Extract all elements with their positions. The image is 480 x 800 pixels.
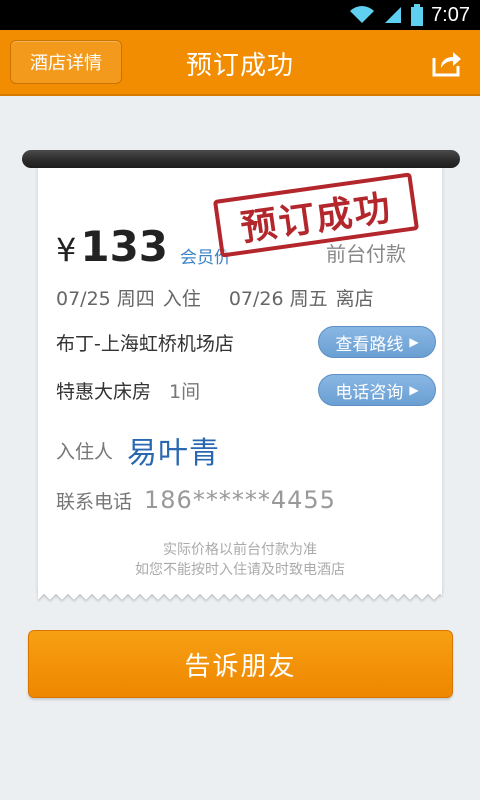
- checkout-label: 离店: [335, 288, 374, 310]
- hotel-name: 布丁-上海虹桥机场店: [56, 332, 234, 355]
- pay-method: 前台付款: [326, 242, 406, 266]
- contact-phone: 186******4455: [144, 486, 336, 514]
- checkout-date: 07/26 周五: [228, 288, 328, 310]
- hotel-row: 布丁-上海虹桥机场店 查看路线 ▶: [56, 326, 436, 358]
- note-line-1: 实际价格以前台付款为准: [163, 542, 317, 558]
- guest-row: 入住人 易叶青: [56, 428, 220, 472]
- room-count: 1间: [169, 380, 201, 403]
- view-route-button[interactable]: 查看路线 ▶: [318, 326, 436, 358]
- view-route-label: 查看路线: [335, 334, 404, 355]
- phone-inquiry-button[interactable]: 电话咨询 ▶: [318, 374, 436, 406]
- receipt-torn-edge: [38, 588, 442, 606]
- chevron-right-icon: ▶: [409, 335, 419, 349]
- contact-row: 联系电话 186******4455: [56, 486, 336, 514]
- currency-symbol: ¥: [56, 231, 77, 269]
- room-type: 特惠大床房: [56, 380, 152, 403]
- share-button[interactable]: [430, 46, 464, 80]
- checkin-date: 07/25 周四: [56, 288, 155, 310]
- battery-icon: [411, 4, 424, 26]
- tell-friends-button[interactable]: 告诉朋友: [28, 630, 453, 698]
- title-bar: 预订成功 酒店详情: [0, 30, 480, 96]
- signal-icon: [383, 5, 403, 25]
- wifi-icon: [349, 5, 375, 25]
- share-icon: [432, 52, 461, 77]
- status-bar: 7:07: [0, 0, 480, 30]
- contact-label: 联系电话: [56, 490, 133, 513]
- room-info: 特惠大床房 1间: [56, 377, 200, 404]
- receipt-roller: [22, 150, 460, 168]
- clock: 7:07: [431, 3, 470, 26]
- room-row: 特惠大床房 1间 电话咨询 ▶: [56, 374, 436, 406]
- hotel-details-back-button[interactable]: 酒店详情: [10, 40, 122, 84]
- phone-inquiry-label: 电话咨询: [335, 382, 404, 403]
- price: ¥ 133: [56, 222, 169, 271]
- guest-name: 易叶青: [127, 436, 221, 471]
- chevron-right-icon: ▶: [409, 383, 419, 397]
- stay-dates: 07/25 周四 入住 07/26 周五 离店: [56, 284, 416, 311]
- booking-note: 实际价格以前台付款为准 如您不能按时入住请及时致电酒店: [38, 540, 442, 580]
- checkin-label: 入住: [162, 288, 201, 310]
- price-value: 133: [80, 222, 169, 271]
- note-line-2: 如您不能按时入住请及时致电酒店: [135, 562, 345, 578]
- guest-label: 入住人: [56, 440, 114, 463]
